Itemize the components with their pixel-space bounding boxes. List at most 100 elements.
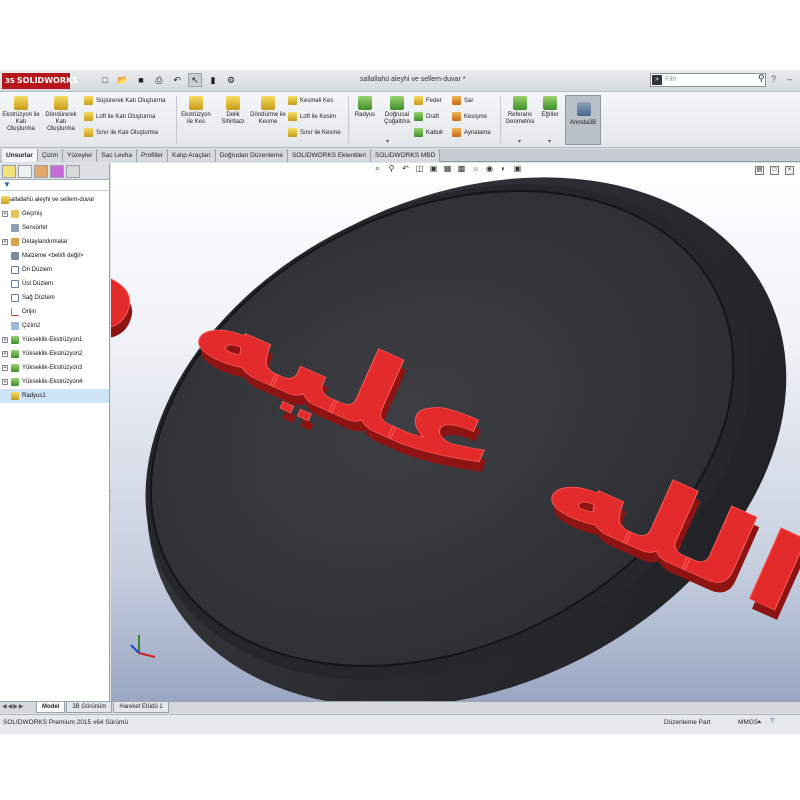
search-scope-icon[interactable]: > xyxy=(652,75,662,85)
tree-item-sensors[interactable]: Sensörler xyxy=(0,221,109,235)
select-pointer-icon[interactable]: ↖ xyxy=(188,73,202,87)
expand-icon[interactable]: + xyxy=(2,379,8,385)
options-icon[interactable]: ⚙ xyxy=(224,73,238,87)
feature-manager-tab-icon[interactable] xyxy=(2,165,16,178)
save-icon[interactable]: ■ xyxy=(134,73,148,87)
tab-surfaces[interactable]: Yüzeyler xyxy=(62,149,98,162)
extrude-boss-button[interactable]: Ekstrüzyon ile Katı Oluşturma xyxy=(2,96,40,133)
tree-item-boss-extrude4[interactable]: + Yükseklik-Ekstrüzyon4 xyxy=(0,375,109,389)
tree-item-front-plane[interactable]: Ön Düzlem xyxy=(0,263,109,277)
intersect-button[interactable]: Kesişme xyxy=(452,112,487,122)
filter-icon[interactable]: ▼ xyxy=(0,180,109,191)
chevron-down-icon[interactable]: ▾ xyxy=(518,138,521,145)
shell-button[interactable]: Kabuk xyxy=(414,128,443,138)
tab-mbd[interactable]: SOLIDWORKS MBD xyxy=(371,149,441,162)
rebuild-icon[interactable]: ▮ xyxy=(206,73,220,87)
tab-scroll-arrows-icon[interactable]: ◀◀▶▶ xyxy=(2,703,24,710)
zoom-to-fit-icon[interactable]: ⌕ xyxy=(373,164,382,173)
tab-mold-tools[interactable]: Kalıp Araçları xyxy=(168,149,216,162)
tree-item-annotations[interactable]: + Detaylandırmalar xyxy=(0,235,109,249)
maximize-icon[interactable]: □ xyxy=(770,166,779,175)
rib-button[interactable]: Feder xyxy=(414,96,442,106)
tree-root-part[interactable]: sallallahü aleyhi ve sellem-duvar xyxy=(0,193,109,207)
apply-scene-icon[interactable]: ◐ xyxy=(499,164,508,173)
graphics-area[interactable]: صلى الله عليه وسلم صلى الله عليه وسلم ⌕ … xyxy=(111,163,800,701)
loft-boss-button[interactable]: Loft ile Katı Oluşturma xyxy=(84,112,155,122)
restore-icon[interactable]: ▤ xyxy=(755,166,764,175)
view-orientation-icon[interactable]: ▦ xyxy=(443,164,452,173)
tree-item-history[interactable]: + Geçmiş xyxy=(0,207,109,221)
tree-item-boss-extrude1[interactable]: + Yükseklik-Ekstrüzyon1 xyxy=(0,333,109,347)
draft-button[interactable]: Draft xyxy=(414,112,439,122)
tree-item-origin[interactable]: Orijin xyxy=(0,305,109,319)
ds-logo-mark: 3S xyxy=(5,77,15,85)
configuration-manager-tab-icon[interactable] xyxy=(34,165,48,178)
edit-appearance-icon[interactable]: ◉ xyxy=(485,164,494,173)
solidworks-logo[interactable]: 3S SOLIDWORKS xyxy=(2,73,78,89)
previous-view-icon[interactable]: ↶ xyxy=(401,164,410,173)
display-style-icon[interactable]: ▩ xyxy=(457,164,466,173)
feature-tree: sallallahü aleyhi ve sellem-duvar + Geçmi… xyxy=(0,191,109,403)
print-icon[interactable]: ⎙ xyxy=(152,73,166,87)
new-document-icon[interactable]: □ xyxy=(98,73,112,87)
search-input[interactable]: > Filtr xyxy=(650,73,766,87)
wrap-button[interactable]: Sar xyxy=(452,96,473,106)
property-manager-tab-icon[interactable] xyxy=(18,165,32,178)
section-view-icon[interactable]: ◫ xyxy=(415,164,424,173)
boundary-cut-button[interactable]: Sınır ile Kesme xyxy=(288,128,341,138)
undo-icon[interactable]: ↶ xyxy=(170,73,184,87)
swept-cut-button[interactable]: Kesmeli Kes xyxy=(288,96,333,106)
view-settings-icon[interactable]: ▣ xyxy=(513,164,522,173)
expand-icon[interactable]: + xyxy=(2,211,8,217)
lofted-cut-button[interactable]: Loft ile Kesim xyxy=(288,112,336,122)
dynamic-annotation-icon[interactable]: ▣ xyxy=(429,164,438,173)
tree-item-boss-extrude2[interactable]: + Yükseklik-Ekstrüzyon2 xyxy=(0,347,109,361)
tree-item-fillet1[interactable]: Radyus1 xyxy=(0,389,109,403)
chevron-down-icon[interactable]: ▾ xyxy=(386,138,389,145)
dimxpert-manager-tab-icon[interactable] xyxy=(50,165,64,178)
revolve-boss-button[interactable]: Döndürerek Katı Oluşturma xyxy=(42,96,80,133)
tab-profiles[interactable]: Profiller xyxy=(137,149,169,162)
search-icon[interactable]: ⚲ xyxy=(758,73,765,84)
tab-direct-editing[interactable]: Doğrudan Düzenleme xyxy=(215,149,288,162)
tab-addins[interactable]: SOLIDWORKS Eklentileri xyxy=(287,149,371,162)
tab-sketch[interactable]: Çizim xyxy=(37,149,63,162)
revolve-cut-button[interactable]: Döndürme ile Kesme xyxy=(250,96,286,126)
hole-wizard-button[interactable]: Delik Sihirbazı xyxy=(216,96,250,126)
open-icon[interactable]: 📂 xyxy=(116,73,130,87)
close-icon[interactable]: × xyxy=(785,166,794,175)
chevron-down-icon[interactable]: ▾ xyxy=(548,138,551,145)
expand-icon[interactable]: + xyxy=(2,351,8,357)
tab-3d-views[interactable]: 3B Görünüm xyxy=(66,702,113,713)
tree-item-right-plane[interactable]: Sağ Düzlem xyxy=(0,291,109,305)
fillet-button[interactable]: Radyus xyxy=(350,96,380,119)
instant3d-button[interactable]: Anında3B xyxy=(565,95,601,145)
unit-system-selector[interactable]: MMGS xyxy=(738,719,758,726)
extrude-cut-button[interactable]: Ekstrüzyon ile Kes xyxy=(178,96,214,126)
display-manager-tab-icon[interactable] xyxy=(66,165,80,178)
help-icon[interactable]: ? xyxy=(771,74,776,84)
zoom-area-icon[interactable]: ⚲ xyxy=(387,164,396,173)
tree-item-boss-extrude3[interactable]: + Yükseklik-Ekstrüzyon3 xyxy=(0,361,109,375)
tab-motion-study[interactable]: Hareket Etüdü 1 xyxy=(113,702,169,713)
reference-geometry-button[interactable]: Referans Geometrisi xyxy=(502,96,538,126)
hide-show-icon[interactable]: ☼ xyxy=(471,164,480,173)
boundary-boss-button[interactable]: Sınır ile Katı Oluşturma xyxy=(84,128,158,138)
tab-model[interactable]: Model xyxy=(36,702,66,713)
chevron-up-icon[interactable]: ▴ xyxy=(758,718,761,725)
curves-button[interactable]: Eğriler xyxy=(538,96,562,119)
expand-icon[interactable]: + xyxy=(2,365,8,371)
tree-item-sketch2[interactable]: Çizim2 xyxy=(0,319,109,333)
quick-tips-icon[interactable]: ? xyxy=(770,718,774,725)
tree-item-top-plane[interactable]: Üst Düzlem xyxy=(0,277,109,291)
tab-features[interactable]: Unsurlar xyxy=(2,149,38,162)
minimize-icon[interactable]: – xyxy=(787,74,792,84)
tree-item-material[interactable]: Malzeme <belirli değil> xyxy=(0,249,109,263)
linear-pattern-button[interactable]: Doğrusal Çoğaltma xyxy=(381,96,413,126)
expand-icon[interactable]: + xyxy=(2,337,8,343)
fillet-icon xyxy=(358,96,372,110)
expand-icon[interactable]: + xyxy=(2,239,8,245)
tab-sheet-metal[interactable]: Sac Levha xyxy=(97,149,137,162)
sweep-boss-button[interactable]: Süpürerek Katı Oluşturma xyxy=(84,96,165,106)
mirror-button[interactable]: Aynalama xyxy=(452,128,491,138)
